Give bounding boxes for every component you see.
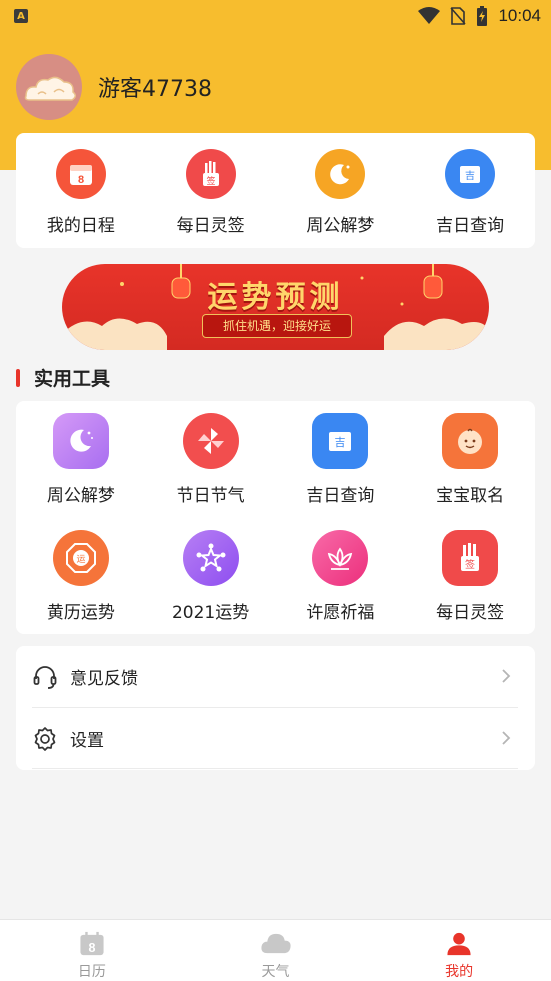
svg-text:8: 8 [78,174,84,186]
quick-action-label: 我的日程 [46,216,115,236]
moon-icon [52,413,109,469]
calendar-icon: 8 [55,149,106,199]
tool-auspicious-day[interactable]: 吉 吉日查询 [276,401,406,518]
cloud-avatar-icon [24,76,76,101]
quick-action-schedule[interactable]: 8 我的日程 [16,133,146,248]
tool-baby-name[interactable]: 宝宝取名 [405,401,535,518]
fortune-banner[interactable]: 运势预测 抓住机遇，迎接好运 [62,264,489,350]
tool-label: 许愿祈福 [306,603,375,623]
svg-text:吉: 吉 [465,170,475,182]
section-title: 实用工具 [34,368,111,390]
svg-text:签: 签 [465,558,475,571]
cloud-icon [260,933,291,954]
feedback-label: 意见反馈 [70,669,138,689]
auspicious-day-icon: 吉 [312,413,369,469]
calendar-tab-icon: 8 [80,931,104,955]
no-sim-icon [450,7,467,25]
section-header-tools: 实用工具 [16,364,110,391]
tool-label: 每日灵签 [436,603,505,623]
quick-action-label: 周公解梦 [306,216,375,236]
star-network-icon [182,530,239,586]
auspicious-day-icon: 吉 [445,149,496,199]
banner-title: 运势预测 [207,280,344,315]
tool-wish-blessing[interactable]: 许愿祈福 [276,518,406,634]
tool-dream[interactable]: 周公解梦 [16,401,146,518]
fortune-stick-icon: 签 [185,149,236,199]
moon-icon [315,149,366,199]
almanac-icon: 运 [52,530,109,586]
svg-text:8: 8 [88,941,95,955]
tab-label: 日历 [77,964,106,980]
chevron-right-icon [502,731,511,745]
tab-weather[interactable]: 天气 [184,920,368,981]
quick-action-label: 每日灵签 [176,216,245,236]
profile-header[interactable]: 游客47738 [16,54,212,120]
section-accent-bar [16,368,20,387]
quick-actions-card: 8 我的日程 签 每日灵签 周公解梦 吉 吉日查询 [16,133,535,248]
tool-label: 周公解梦 [46,486,115,506]
battery-charging-icon [477,6,488,26]
divider [32,768,518,769]
gear-icon [34,726,56,751]
app-notification-icon: A [14,9,28,23]
avatar[interactable] [16,54,82,120]
tool-label: 宝宝取名 [436,486,505,506]
wifi-icon [418,7,441,24]
quick-action-label: 吉日查询 [436,216,505,236]
tab-label: 天气 [261,964,290,980]
tab-label: 我的 [445,964,474,980]
tool-label: 黄历运势 [46,603,115,623]
baby-face-icon [442,413,499,469]
pinwheel-icon [182,413,239,469]
quick-action-daily-fortune[interactable]: 签 每日灵签 [146,133,276,248]
lotus-icon [312,530,369,586]
tool-label: 吉日查询 [306,486,375,506]
tool-label: 节日节气 [176,486,245,506]
svg-text:签: 签 [206,175,215,187]
bottom-tab-bar: 8 日历 天气 我的 [0,919,551,981]
status-time: 10:04 [498,6,541,25]
settings-card: 意见反馈 设置 [16,646,535,770]
feedback-row[interactable]: 意见反馈 [16,646,535,707]
quick-action-auspicious-day[interactable]: 吉 吉日查询 [405,133,535,248]
person-icon [447,932,471,956]
settings-row[interactable]: 设置 [16,708,535,769]
settings-label: 设置 [70,731,104,751]
quick-action-dream[interactable]: 周公解梦 [276,133,406,248]
fortune-stick-icon: 签 [442,530,499,586]
chevron-right-icon [502,669,511,683]
username: 游客47738 [98,77,212,102]
tool-almanac[interactable]: 运 黄历运势 [16,518,146,634]
tool-festivals[interactable]: 节日节气 [146,401,276,518]
headset-icon [33,665,57,689]
svg-text:吉: 吉 [335,436,346,449]
tool-2021-fortune[interactable]: 2021运势 [146,518,276,634]
tool-label: 2021运势 [171,603,250,623]
tool-daily-fortune[interactable]: 签 每日灵签 [405,518,535,634]
svg-text:运: 运 [76,554,85,565]
banner-subtitle: 抓住机遇，迎接好运 [202,314,352,338]
tools-card: 周公解梦 节日节气 吉 吉日查询 宝宝取名 运 黄历运势 2021运势 许愿祈福 [16,401,535,634]
status-bar: A 10:04 [0,0,551,32]
tab-mine[interactable]: 我的 [367,920,551,981]
tab-calendar[interactable]: 8 日历 [0,920,184,981]
